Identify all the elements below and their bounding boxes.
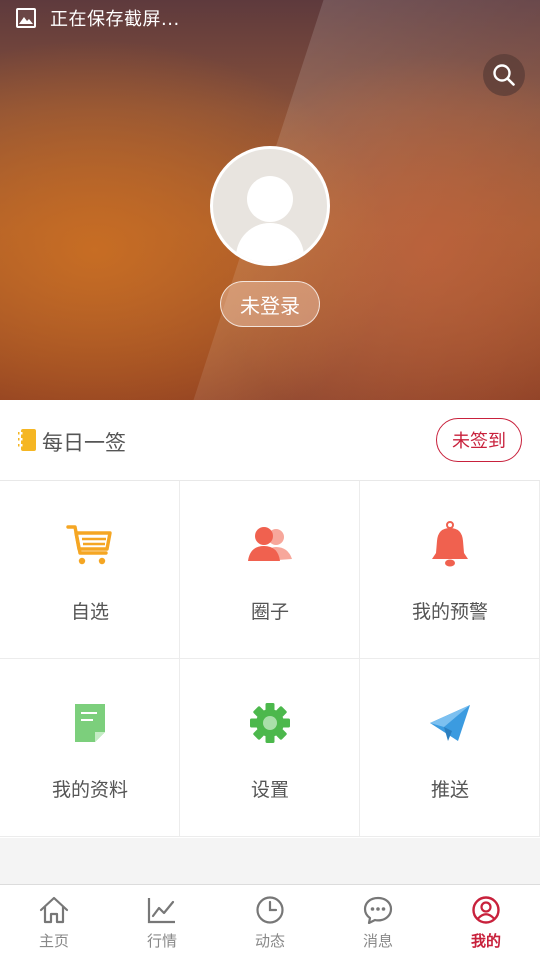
document-icon bbox=[75, 704, 105, 742]
clock-icon bbox=[256, 896, 284, 924]
tab-home[interactable]: 主页 bbox=[0, 885, 108, 960]
avatar[interactable] bbox=[210, 146, 330, 266]
grid-item-profile-data[interactable]: 我的资料 bbox=[0, 659, 180, 837]
tab-label: 动态 bbox=[254, 932, 285, 950]
user-circle-icon bbox=[472, 896, 500, 924]
chart-line-icon bbox=[147, 898, 175, 924]
grid-item-watchlist[interactable]: 自选 bbox=[0, 481, 180, 659]
tab-label: 行情 bbox=[146, 932, 177, 950]
profile-header: 正在保存截屏... 未登录 bbox=[0, 0, 540, 400]
daily-signin-row: 每日一签 未签到 bbox=[0, 400, 540, 481]
tab-mine[interactable]: 我的 bbox=[432, 885, 540, 960]
daily-signin-title: 每日一签 bbox=[42, 431, 126, 455]
grid-item-label: 设置 bbox=[250, 779, 289, 801]
grid-item-label: 推送 bbox=[430, 779, 469, 801]
chat-bubble-icon bbox=[363, 896, 393, 924]
grid-item-label: 圈子 bbox=[250, 601, 289, 623]
screenshot-icon bbox=[16, 8, 36, 28]
status-bar: 正在保存截屏... bbox=[16, 6, 180, 30]
tab-messages[interactable]: 消息 bbox=[324, 885, 432, 960]
search-icon bbox=[493, 64, 515, 86]
default-user-icon bbox=[236, 176, 304, 263]
tab-label: 主页 bbox=[38, 932, 69, 950]
tab-market[interactable]: 行情 bbox=[108, 885, 216, 960]
search-button[interactable] bbox=[483, 54, 525, 96]
bell-icon bbox=[432, 521, 468, 567]
bottom-tab-bar: 主页 行情 动态 消息 我的 bbox=[0, 884, 540, 960]
signin-button[interactable]: 未签到 bbox=[436, 418, 522, 462]
grid-item-push[interactable]: 推送 bbox=[360, 659, 540, 837]
grid-item-label: 我的资料 bbox=[51, 779, 128, 801]
cart-icon bbox=[66, 525, 112, 565]
grid-item-alerts[interactable]: 我的预警 bbox=[360, 481, 540, 659]
grid-item-settings[interactable]: 设置 bbox=[180, 659, 360, 837]
feature-grid: 自选 圈子 我的预警 我的资料 设置 推送 bbox=[0, 481, 540, 838]
tab-label: 消息 bbox=[362, 932, 393, 950]
notebook-icon bbox=[18, 429, 36, 451]
paper-plane-icon bbox=[430, 705, 470, 741]
status-text: 正在保存截屏... bbox=[50, 9, 180, 30]
home-icon bbox=[39, 896, 69, 924]
tab-news[interactable]: 动态 bbox=[216, 885, 324, 960]
grid-item-label: 自选 bbox=[70, 601, 109, 623]
grid-item-circle[interactable]: 圈子 bbox=[180, 481, 360, 659]
gear-icon bbox=[250, 703, 290, 743]
login-button[interactable]: 未登录 bbox=[220, 281, 320, 327]
grid-item-label: 我的预警 bbox=[411, 601, 488, 623]
people-icon bbox=[248, 527, 292, 561]
tab-label: 我的 bbox=[470, 932, 501, 950]
